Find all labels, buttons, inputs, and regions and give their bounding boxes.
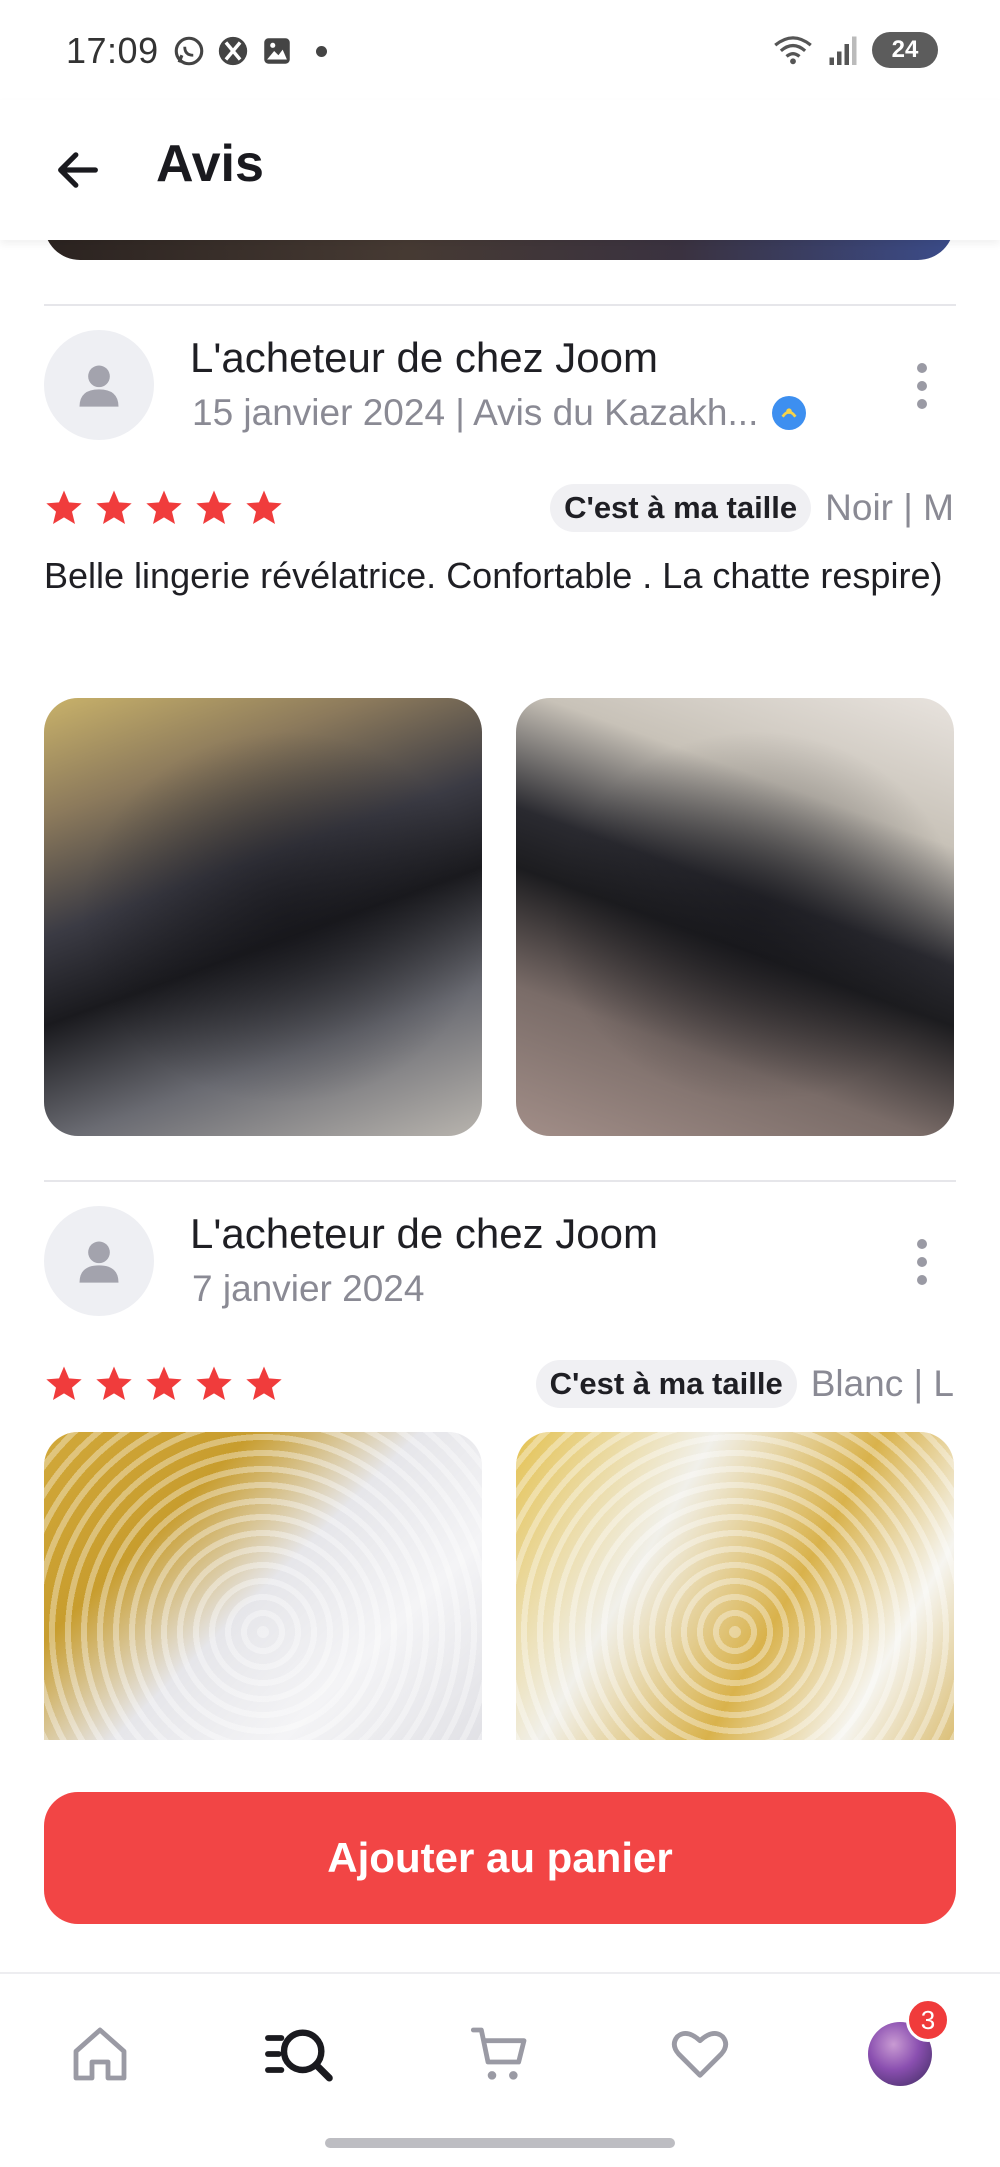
fit-variant-row: C'est à ma taille Noir | M xyxy=(550,484,954,532)
notification-badge: 3 xyxy=(906,1998,950,2042)
star-icon xyxy=(196,490,232,524)
review-more-button[interactable] xyxy=(900,1222,944,1302)
variant-text: Blanc | L xyxy=(810,1363,954,1404)
star-icon xyxy=(46,490,82,524)
back-button[interactable] xyxy=(40,132,116,208)
fit-variant-row: C'est à ma taille Blanc | L xyxy=(535,1360,954,1408)
user-icon xyxy=(79,365,119,407)
page-title: Avis xyxy=(156,135,264,193)
review-photo[interactable] xyxy=(44,1432,482,1740)
review-photo[interactable] xyxy=(44,698,482,1136)
variant-text: Noir | M xyxy=(825,487,954,528)
signal-icon xyxy=(829,36,857,65)
star-icon xyxy=(96,490,132,524)
review-author: L'acheteur de chez Joom xyxy=(190,1210,658,1257)
review-more-button[interactable] xyxy=(900,346,944,426)
star-icon xyxy=(246,1366,282,1400)
review-date-origin: 7 janvier 2024 xyxy=(192,1268,425,1309)
review-photo[interactable] xyxy=(516,1432,954,1740)
status-notification-icons xyxy=(172,34,327,68)
status-right-icons: 24 xyxy=(772,32,938,68)
star-icon xyxy=(196,1366,232,1400)
nav-cart[interactable] xyxy=(460,2014,540,2094)
whatsapp-icon xyxy=(174,36,204,66)
star-icon xyxy=(46,1366,82,1400)
nav-home[interactable] xyxy=(60,2014,140,2094)
wifi-icon xyxy=(774,36,812,65)
review-date-origin: 15 janvier 2024 | Avis du Kazakh... xyxy=(192,392,759,433)
cta-bar: Ajouter au panier xyxy=(0,1740,1000,1972)
user-icon xyxy=(79,1241,119,1283)
review-photo[interactable] xyxy=(516,698,954,1136)
rating-stars xyxy=(44,488,284,528)
nav-search-catalog[interactable] xyxy=(260,2014,340,2094)
notification-dot xyxy=(316,45,327,57)
add-to-cart-button[interactable]: Ajouter au panier xyxy=(44,1792,956,1924)
star-icon xyxy=(246,490,282,524)
review-text: Belle lingerie révélatrice. Confortable … xyxy=(44,555,943,596)
review-meta: 15 janvier 2024 | Avis du Kazakh... xyxy=(192,392,807,434)
star-icon xyxy=(146,1366,182,1400)
verified-badge-icon xyxy=(772,396,807,430)
nav-favorites[interactable] xyxy=(660,2014,740,2094)
heart-icon xyxy=(671,2031,729,2078)
fit-badge: C'est à ma taille xyxy=(535,1360,797,1408)
review-meta: 7 janvier 2024 xyxy=(192,1268,424,1310)
arrow-left-icon xyxy=(58,152,98,188)
previous-review-photo[interactable] xyxy=(44,240,954,260)
divider xyxy=(44,304,956,306)
cart-icon xyxy=(470,2027,527,2080)
search-catalog-icon xyxy=(265,2029,333,2082)
battery-indicator: 24 xyxy=(872,32,938,68)
xbox-icon xyxy=(218,36,248,66)
home-icon xyxy=(73,2027,127,2081)
avatar xyxy=(44,1206,154,1316)
star-icon xyxy=(146,490,182,524)
gallery-icon xyxy=(264,38,290,64)
nav-profile[interactable]: 3 xyxy=(860,1998,950,2094)
divider xyxy=(44,1180,956,1182)
home-indicator[interactable] xyxy=(325,2138,675,2148)
reviews-list[interactable]: L'acheteur de chez Joom 15 janvier 2024 … xyxy=(0,240,1000,1740)
avatar xyxy=(44,330,154,440)
rating-stars xyxy=(44,1364,284,1404)
status-bar: 17:09 24 xyxy=(0,0,1000,100)
review-author: L'acheteur de chez Joom xyxy=(190,334,658,381)
star-icon xyxy=(96,1366,132,1400)
status-time: 17:09 xyxy=(66,30,159,71)
fit-badge: C'est à ma taille xyxy=(550,484,812,532)
app-bar: Avis xyxy=(0,100,1000,240)
